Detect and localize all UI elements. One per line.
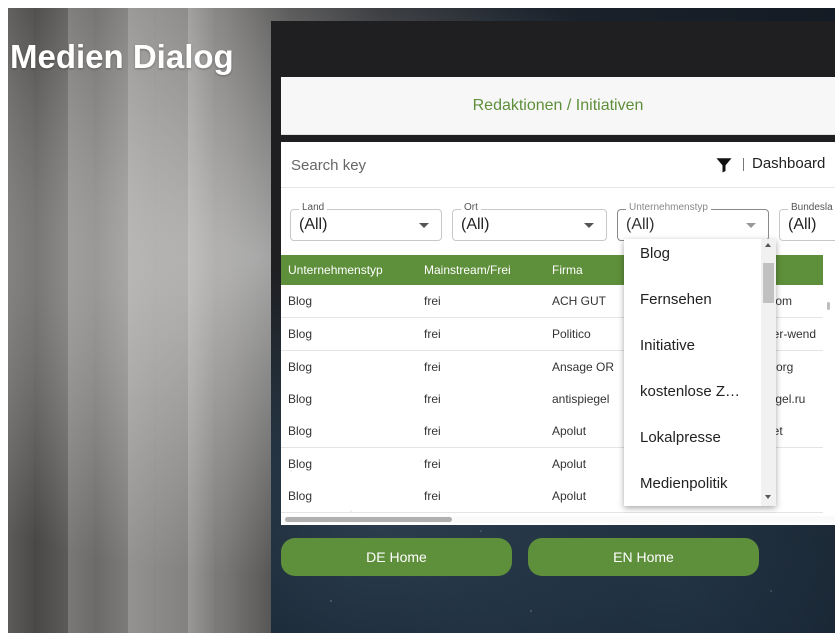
table-cell: Politico: [552, 327, 591, 341]
table-cell: Blog: [288, 392, 313, 406]
table-cell: frei: [424, 489, 441, 503]
table-cell: frei: [424, 424, 441, 438]
dropdown-option[interactable]: kostenlose Z…: [640, 383, 740, 400]
background-blind-strip: [128, 8, 154, 633]
filter-label: Unternehmenstyp: [626, 202, 711, 213]
table-cell: Apolut: [552, 424, 587, 438]
dropdown-option[interactable]: Medienpolitik: [640, 475, 728, 492]
search-bar: Dashboard: [281, 142, 835, 188]
filter-label: Ort: [461, 202, 481, 213]
table-cell: frei: [424, 327, 441, 341]
unternehmenstyp-dropdown: Blog Fernsehen Initiative kostenlose Z… …: [624, 239, 776, 506]
table-cell: Blog: [288, 489, 313, 503]
filter-value: (All): [461, 216, 490, 233]
table-cell: Blog: [288, 327, 313, 341]
filter-label: Land: [299, 202, 328, 213]
table-vertical-scrollbar[interactable]: [827, 302, 830, 310]
column-header[interactable]: Mainstream/Frei: [424, 263, 511, 277]
table-cell: Ansage OR: [552, 360, 615, 374]
table-horizontal-scrollbar[interactable]: [285, 517, 452, 522]
table-cell: frei: [424, 360, 441, 374]
chevron-down-icon: [584, 223, 594, 228]
table-cell: Blog: [288, 424, 313, 438]
filter-land[interactable]: Land (All): [290, 202, 442, 241]
filter-ort[interactable]: Ort (All): [452, 202, 607, 241]
filter-value: (All): [788, 216, 817, 233]
filter-bundesland[interactable]: Bundesla (All): [779, 202, 835, 241]
table-cell: ACH GUT: [552, 294, 606, 308]
table-cell: frei: [424, 457, 441, 471]
table-cell: Blog: [288, 457, 313, 471]
table-cell: Blog: [288, 360, 313, 374]
background-blind-strip: [68, 8, 94, 633]
dropdown-option[interactable]: Fernsehen: [640, 291, 712, 308]
background-blind-strip: [8, 8, 34, 633]
search-input[interactable]: [289, 151, 593, 179]
app-title: Medien Dialog: [10, 38, 234, 75]
dropdown-option[interactable]: Blog: [640, 245, 670, 262]
filter-label: Bundesla: [788, 202, 835, 213]
table-horizontal-scrollbar-track: [281, 516, 835, 523]
filter-unternehmenstyp[interactable]: Unternehmenstyp (All): [617, 202, 769, 241]
divider: [743, 158, 744, 171]
table-cell: Blog: [288, 294, 313, 308]
de-home-button[interactable]: DE Home: [281, 538, 512, 576]
filter-value: (All): [299, 216, 328, 233]
dropdown-option[interactable]: Initiative: [640, 337, 695, 354]
dashboard-link[interactable]: Dashboard: [752, 155, 825, 172]
column-header[interactable]: Unternehmenstyp: [288, 263, 383, 277]
dropdown-option[interactable]: Lokalpresse: [640, 429, 721, 446]
table-cell: antispiegel: [552, 392, 610, 406]
panel-header-title: Redaktionen / Initiativen: [472, 96, 644, 114]
table-cell: Apolut: [552, 489, 587, 503]
table-cell: frei: [424, 392, 441, 406]
filter-value: (All): [626, 216, 655, 233]
en-home-button[interactable]: EN Home: [528, 538, 759, 576]
background-blind-strip: [188, 8, 214, 633]
chevron-down-icon: [419, 223, 429, 228]
table-cell: Apolut: [552, 457, 587, 471]
scroll-down-icon[interactable]: [765, 495, 771, 499]
table-cell: frei: [424, 294, 441, 308]
column-header[interactable]: Firma: [552, 263, 583, 277]
scroll-up-icon[interactable]: [765, 243, 771, 247]
background-photo: Medien Dialog Redaktionen / Initiativen …: [8, 8, 835, 633]
chevron-down-icon: [746, 223, 756, 228]
panel-header: Redaktionen / Initiativen: [281, 77, 835, 135]
dropdown-scrollbar[interactable]: [763, 263, 774, 303]
filter-icon[interactable]: [715, 156, 733, 174]
